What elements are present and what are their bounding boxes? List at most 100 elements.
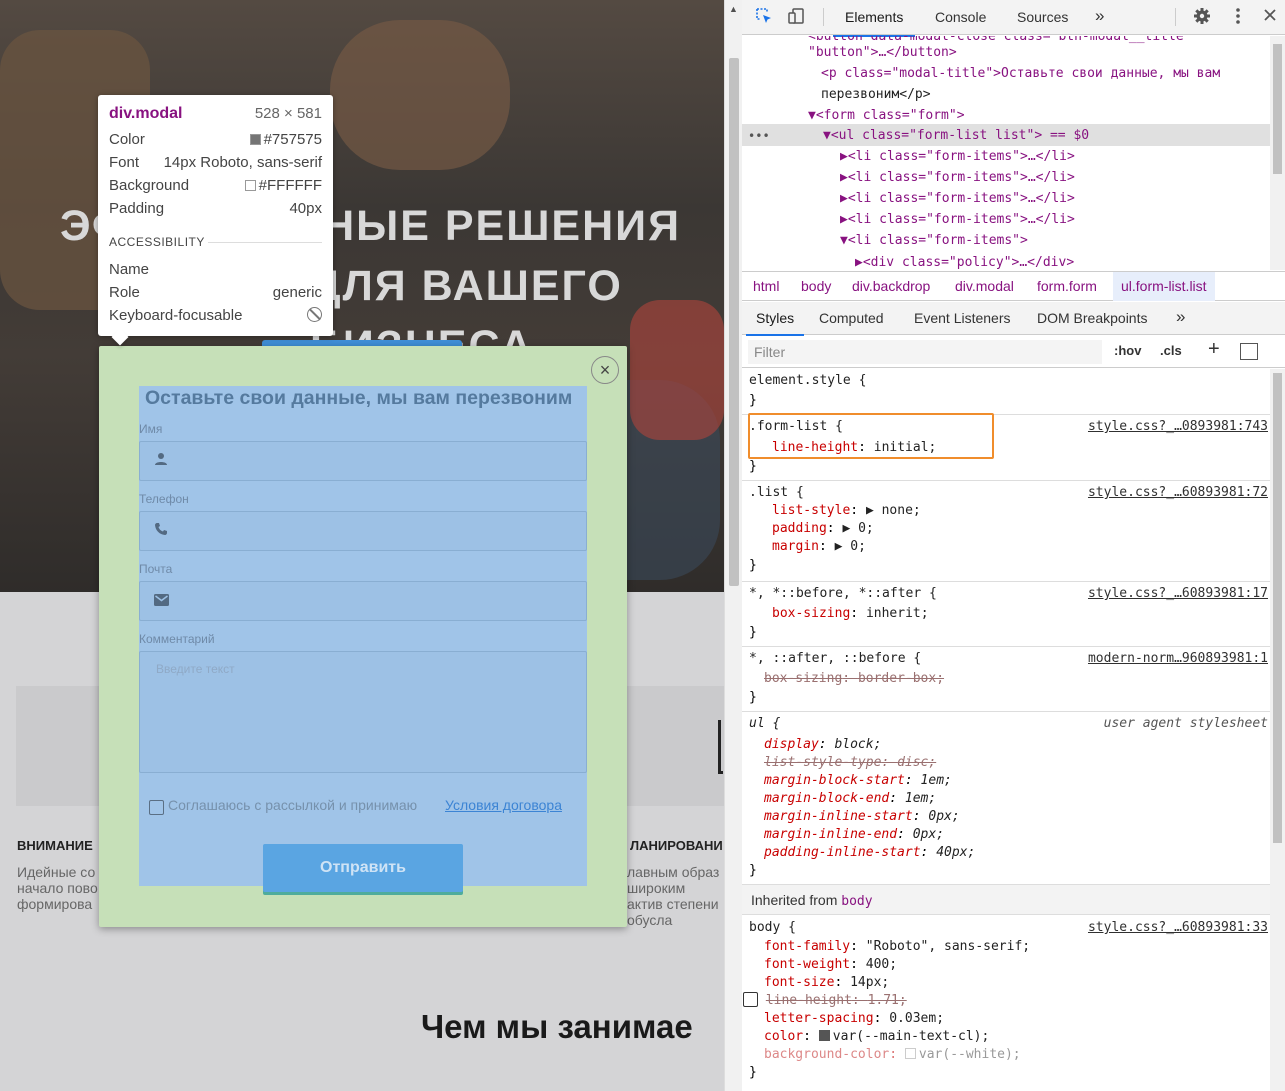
tree-line-li-5[interactable]: ▼<li class="form-items"> <box>840 230 1028 251</box>
prop-value[interactable]: ▶ none; <box>866 503 921 518</box>
prop-name[interactable]: letter-spacing <box>764 1011 874 1026</box>
settings-gear-icon[interactable] <box>1192 7 1212 27</box>
tree-line-li-1[interactable]: ▶<li class="form-items">…</li> <box>840 146 1075 167</box>
tab-styles[interactable]: Styles <box>745 310 805 336</box>
prop-name-inactive[interactable]: background-color <box>764 1047 889 1062</box>
email-input[interactable] <box>139 581 587 621</box>
more-style-tabs-icon[interactable]: » <box>1176 307 1185 327</box>
rule-selector[interactable]: body { <box>749 920 796 935</box>
rule-selector[interactable]: *, ::after, ::before { <box>749 651 921 666</box>
tab-computed[interactable]: Computed <box>819 310 884 326</box>
prop-value[interactable]: inherit; <box>866 606 929 621</box>
styles-scrollbar-thumb[interactable] <box>1273 373 1282 843</box>
rule-close: } <box>749 690 757 705</box>
prop-value-overridden[interactable]: border-box; <box>858 671 944 686</box>
tab-elements[interactable]: Elements <box>832 9 916 37</box>
breadcrumb-form-list[interactable]: ul.form-list.list <box>1113 272 1215 301</box>
inspect-element-icon[interactable] <box>754 7 774 27</box>
prop-value-disabled[interactable]: 1.71; <box>868 993 907 1008</box>
prop-value[interactable]: var(--main-text-cl); <box>833 1029 990 1044</box>
prop-value[interactable]: 0.03em; <box>889 1011 944 1026</box>
rule-source-link[interactable]: modern-norm…960893981:1 <box>1088 650 1268 668</box>
property-checkbox[interactable] <box>743 992 758 1007</box>
breadcrumb: html body div.backdrop div.modal form.fo… <box>742 271 1285 301</box>
hover-state-toggle[interactable]: :hov <box>1114 343 1141 358</box>
rule-source-link[interactable]: style.css?_…60893981:17 <box>1088 585 1268 603</box>
tree-line-li-3[interactable]: ▶<li class="form-items">…</li> <box>840 188 1075 209</box>
new-rule-icon[interactable]: + <box>1208 338 1220 361</box>
email-label: Почта <box>139 562 173 576</box>
prop-name[interactable]: font-size <box>764 975 834 990</box>
rule-source-link[interactable]: style.css?_…60893981:33 <box>1088 919 1268 937</box>
inherited-header: Inherited from body <box>742 885 1270 915</box>
tab-console[interactable]: Console <box>935 9 986 25</box>
prop-value: 0px; <box>928 809 960 824</box>
prop-name[interactable]: margin <box>772 539 819 554</box>
consent-checkbox[interactable] <box>149 800 164 815</box>
tree-line-modal-title[interactable]: <p class="modal-title">Оставьте свои дан… <box>821 63 1220 84</box>
breadcrumb-modal[interactable]: div.modal <box>955 272 1014 301</box>
breadcrumb-body[interactable]: body <box>801 272 831 301</box>
tree-line-button-close[interactable]: "button">…</button> <box>808 42 957 63</box>
color-swatch[interactable] <box>904 1048 916 1059</box>
prop-name[interactable]: padding <box>772 521 827 536</box>
prop-name: margin-inline-end <box>764 827 898 842</box>
styles-filter-input[interactable]: Filter <box>748 340 1102 364</box>
rule-source-link[interactable]: style.css?_…60893981:72 <box>1088 484 1268 502</box>
phone-label: Телефон <box>139 492 189 506</box>
comment-textarea[interactable]: Введите текст <box>139 651 587 773</box>
prop-value[interactable]: "Roboto", sans-serif; <box>866 939 1030 954</box>
rule-close: } <box>749 625 757 640</box>
tree-line-form[interactable]: ▼<form class="form"> <box>808 105 965 126</box>
more-tabs-icon[interactable]: » <box>1095 6 1104 26</box>
scroll-up-arrow-icon[interactable]: ▲ <box>729 4 738 14</box>
breadcrumb-html[interactable]: html <box>753 272 779 301</box>
prop-value[interactable]: ▶ 0; <box>835 539 866 554</box>
styles-scrollbar[interactable] <box>1270 369 1285 1091</box>
prop-name-disabled[interactable]: line-height <box>766 993 852 1008</box>
prop-name[interactable]: font-weight <box>764 957 850 972</box>
tab-sources[interactable]: Sources <box>1017 9 1068 25</box>
prop-value[interactable]: 14px; <box>850 975 889 990</box>
kebab-menu-icon[interactable] <box>1228 7 1248 27</box>
rule-source-link[interactable]: style.css?_…0893981:743 <box>1088 418 1268 436</box>
page-scrollbar[interactable]: ▲ <box>724 0 742 1091</box>
terms-link[interactable]: Условия договора <box>445 797 562 813</box>
tree-line-policy[interactable]: ▶<div class="policy">…</div> <box>855 252 1074 270</box>
elements-scrollbar[interactable] <box>1270 36 1285 270</box>
prop-value[interactable]: ▶ 0; <box>842 521 873 536</box>
modal-close-button[interactable]: × <box>591 356 619 384</box>
breadcrumb-form[interactable]: form.form <box>1037 272 1097 301</box>
prop-name[interactable]: box-sizing <box>772 606 850 621</box>
inherited-element-link[interactable]: body <box>841 894 872 909</box>
rule-selector[interactable]: element.style { <box>749 373 866 388</box>
tab-dom-breakpoints[interactable]: DOM Breakpoints <box>1037 310 1147 326</box>
tree-line-modal-title-cont[interactable]: перезвоним</p> <box>821 84 931 105</box>
tree-line-li-4[interactable]: ▶<li class="form-items">…</li> <box>840 209 1075 230</box>
device-toolbar-icon[interactable] <box>786 7 806 27</box>
color-swatch[interactable] <box>818 1030 830 1041</box>
prop-value-inactive[interactable]: var(--white); <box>919 1047 1021 1062</box>
tooltip-element-name: div.modal <box>109 105 183 122</box>
prop-value[interactable]: 400; <box>866 957 897 972</box>
phone-input[interactable] <box>139 511 587 551</box>
prop-name-overridden[interactable]: box-sizing <box>764 671 842 686</box>
tab-event-listeners[interactable]: Event Listeners <box>914 310 1011 326</box>
elements-scrollbar-thumb[interactable] <box>1273 44 1282 174</box>
prop-name[interactable]: list-style <box>772 503 850 518</box>
tree-line-ul-selected[interactable]: ▼<ul class="form-list list"> == $0 <box>823 125 1089 146</box>
tree-line-li-2[interactable]: ▶<li class="form-items">…</li> <box>840 167 1075 188</box>
submit-button[interactable]: Отправить <box>263 844 463 892</box>
breadcrumb-backdrop[interactable]: div.backdrop <box>852 272 930 301</box>
close-icon[interactable]: × <box>600 360 611 380</box>
page-scrollbar-thumb[interactable] <box>729 58 739 586</box>
name-input[interactable] <box>139 441 587 481</box>
tree-node-menu-icon[interactable]: ••• <box>748 126 770 147</box>
prop-name[interactable]: font-family <box>764 939 850 954</box>
close-devtools-icon[interactable] <box>1260 7 1280 27</box>
toggle-sidebar-icon[interactable] <box>1240 343 1258 360</box>
rule-selector[interactable]: .list { <box>749 485 804 500</box>
rule-selector[interactable]: *, *::before, *::after { <box>749 586 937 601</box>
prop-name[interactable]: color <box>764 1029 803 1044</box>
class-toggle[interactable]: .cls <box>1160 343 1182 358</box>
